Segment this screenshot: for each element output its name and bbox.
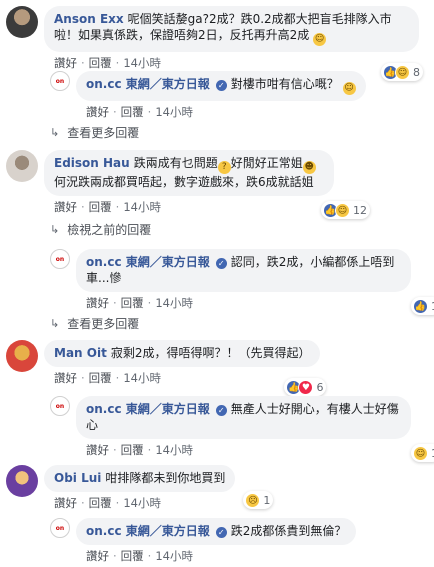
- like-link[interactable]: 讚好: [54, 56, 77, 70]
- comment-bubble: on.cc 東網／東方日報 ✓ 跌2成都係貴到無倫？: [76, 518, 357, 545]
- reply-oncc-3: on on.cc 東網／東方日報✓無產人士好開心，有樓人士好傷心 ☺1 讚好·回…: [50, 396, 434, 462]
- comment-text: 跌2成都係貴到無倫？: [230, 524, 347, 538]
- reply-arrow-icon: ↳: [50, 126, 60, 139]
- comment-actions: 讚好 · 回覆 · 14小時: [54, 496, 161, 510]
- like-link[interactable]: 讚好: [86, 296, 109, 310]
- reactions-summary[interactable]: 👍 ☺ 12: [321, 201, 370, 219]
- comment-actions: 讚好 · 回覆 · 14小時: [86, 549, 193, 563]
- comment-actions: 讚好 · 回覆 · 14小時: [54, 56, 161, 70]
- oncc-avatar[interactable]: on: [50, 518, 70, 538]
- comment-text-line2: 何況跌兩成都買唔起，數字遊戲來，跌6成就話姐: [54, 175, 314, 189]
- avatar[interactable]: [6, 465, 38, 497]
- timestamp[interactable]: 14小時: [123, 371, 161, 385]
- commenter-name[interactable]: Edison Hau: [54, 156, 130, 170]
- haha-reaction-icon: ☺: [395, 64, 410, 80]
- commenter-name[interactable]: Anson Exx: [54, 12, 124, 26]
- comment-actions: 讚好 · 回覆 · 14小時: [86, 105, 193, 119]
- timestamp[interactable]: 14小時: [123, 200, 161, 214]
- comment-bubble: Edison Hau 跌兩成有乜問題? 好閒好正常姐 ☻ 何況跌兩成都買唔起，數字遊戲…: [44, 150, 334, 196]
- reply-oncc-2: on on.cc 東網／東方日報✓認同，跌2成，小編都係上唔到車...慘 👍1 …: [50, 249, 434, 315]
- reactions-summary[interactable]: 👍 ♥ 6: [284, 378, 327, 396]
- reactions-summary[interactable]: ☹ 1: [243, 491, 274, 509]
- comment-bubble: on.cc 東網／東方日報 ✓ 對樓市咁有信心嘅？ ☺: [76, 71, 366, 101]
- commenter-name[interactable]: Man Oit: [54, 346, 107, 360]
- like-link[interactable]: 讚好: [86, 443, 109, 457]
- reactions-summary[interactable]: 👍 ☺ 8: [381, 63, 423, 81]
- haha-reaction-icon: ☺: [413, 445, 428, 461]
- view-previous-replies-link[interactable]: ↳ 檢視之前的回覆: [50, 221, 151, 238]
- commenter-name[interactable]: on.cc 東網／東方日報: [86, 402, 210, 416]
- reply-link[interactable]: 回覆: [121, 105, 144, 119]
- comment-bubble: Anson Exx 呢個笑話嫠ga?2成？跌0.2成都大把盲毛排隊入市啦！如果真係…: [44, 6, 419, 52]
- reactions-summary[interactable]: ☺1: [411, 444, 434, 462]
- reply-oncc-4: on on.cc 東網／東方日報 ✓ 跌2成都係貴到無倫？ 讚好 · 回覆 · 14小時: [50, 518, 357, 564]
- oncc-avatar[interactable]: on: [50, 71, 70, 91]
- commenter-name[interactable]: on.cc 東網／東方日報: [86, 524, 210, 538]
- comment-actions: 讚好 · 回覆 · 14小時: [86, 296, 193, 310]
- avatar[interactable]: [6, 340, 38, 372]
- comment-text: 對樓市咁有信心嘅？: [230, 77, 339, 91]
- oncc-avatar[interactable]: on: [50, 249, 70, 269]
- laughing-emoji-icon: ☺: [313, 33, 327, 46]
- view-more-replies-link[interactable]: ↳ 查看更多回覆: [50, 315, 139, 332]
- commenter-name[interactable]: Obi Lui: [54, 471, 101, 485]
- reply-link[interactable]: 回覆: [121, 549, 144, 563]
- comment-text: 咁排隊都未到你地買到: [105, 471, 226, 485]
- timestamp[interactable]: 14小時: [123, 496, 161, 510]
- verified-badge-icon: ✓: [215, 527, 227, 538]
- timestamp[interactable]: 14小時: [123, 56, 161, 70]
- comment-bubble: Obi Lui 咁排隊都未到你地買到: [44, 465, 236, 492]
- haha-reaction-icon: ☺: [335, 202, 350, 218]
- comment-anson: Anson Exx 呢個笑話嫠ga?2成？跌0.2成都大把盲毛排隊入市啦！如果真係…: [6, 6, 423, 81]
- laughing-emoji-icon: ☺: [342, 82, 356, 95]
- love-reaction-icon: ♥: [298, 379, 314, 395]
- oncc-avatar[interactable]: on: [50, 396, 70, 416]
- avatar[interactable]: [6, 6, 38, 38]
- commenter-name[interactable]: on.cc 東網／東方日報: [86, 255, 210, 269]
- comment-obilui: Obi Lui 咁排隊都未到你地買到 ☹ 1 讚好 · 回覆 · 14小時: [6, 465, 274, 511]
- verified-badge-icon: ✓: [215, 405, 227, 416]
- comment-actions: 讚好 · 回覆 · 14小時: [54, 371, 161, 385]
- comment-edison: Edison Hau 跌兩成有乜問題? 好閒好正常姐 ☻ 何況跌兩成都買唔起，數字遊戲…: [6, 150, 370, 219]
- like-link[interactable]: 讚好: [86, 105, 109, 119]
- commenter-name[interactable]: on.cc 東網／東方日報: [86, 77, 210, 91]
- timestamp[interactable]: 14小時: [155, 443, 193, 457]
- comment-text: 寂剩2成，得唔得啊？！（先買得起）: [110, 346, 311, 360]
- reply-arrow-icon: ↳: [50, 223, 60, 236]
- comment-actions: 讚好 · 回覆 · 14小時: [86, 443, 193, 457]
- timestamp[interactable]: 14小時: [155, 296, 193, 310]
- like-link[interactable]: 讚好: [54, 200, 77, 214]
- reply-link[interactable]: 回覆: [89, 371, 112, 385]
- comment-manoit: Man Oit 寂剩2成，得唔得啊？！（先買得起） 👍 ♥ 6 讚好 · 回覆 · 14小時: [6, 340, 327, 396]
- avatar[interactable]: [6, 150, 38, 182]
- reply-link[interactable]: 回覆: [121, 296, 144, 310]
- view-more-replies-link[interactable]: ↳ 查看更多回覆: [50, 124, 139, 141]
- reactions-summary[interactable]: 👍1: [411, 297, 434, 315]
- comment-bubble: on.cc 東網／東方日報 ✓ 認同，跌2成，小編都係上唔到車...慘: [76, 249, 411, 292]
- reply-link[interactable]: 回覆: [121, 443, 144, 457]
- reply-link[interactable]: 回覆: [89, 56, 112, 70]
- comment-bubble: on.cc 東網／東方日報 ✓ 無產人士好開心，有樓人士好傷心: [76, 396, 411, 439]
- sunglasses-emoji-icon: ☻: [302, 161, 316, 174]
- like-link[interactable]: 讚好: [86, 549, 109, 563]
- like-link[interactable]: 讚好: [54, 371, 77, 385]
- reply-link[interactable]: 回覆: [89, 200, 112, 214]
- reply-oncc-1: on on.cc 東網／東方日報 ✓ 對樓市咁有信心嘅？ ☺ 讚好 · 回覆 · 14小時: [50, 71, 366, 120]
- thinking-emoji-icon: ?: [217, 161, 231, 174]
- comment-actions: 讚好 · 回覆 · 14小時: [54, 200, 161, 214]
- like-link[interactable]: 讚好: [54, 496, 77, 510]
- like-reaction-icon: 👍: [413, 298, 428, 314]
- verified-badge-icon: ✓: [215, 258, 227, 269]
- timestamp[interactable]: 14小時: [155, 105, 193, 119]
- reply-link[interactable]: 回覆: [89, 496, 112, 510]
- comment-text: 跌兩成有乜問題: [133, 156, 218, 170]
- comment-bubble: Man Oit 寂剩2成，得唔得啊？！（先買得起）: [44, 340, 321, 367]
- sad-reaction-icon: ☹: [245, 492, 261, 508]
- reply-arrow-icon: ↳: [50, 317, 60, 330]
- timestamp[interactable]: 14小時: [155, 549, 193, 563]
- verified-badge-icon: ✓: [215, 80, 227, 91]
